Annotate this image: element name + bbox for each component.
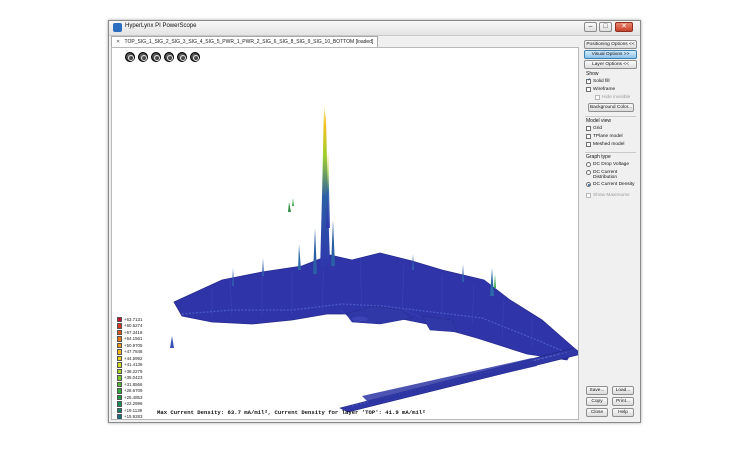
copy-button[interactable]: Copy [586, 397, 608, 406]
legend-swatch [117, 336, 122, 342]
help-button[interactable]: Help [612, 408, 634, 417]
dc-current-density-label: DC Current Density [593, 182, 635, 187]
layer-options-button[interactable]: Layer Options << [584, 60, 637, 69]
checkbox-icon[interactable] [586, 134, 591, 139]
legend-label: +19.1139 [124, 407, 143, 413]
legend-label: +57.3418 [124, 329, 143, 335]
tplane-model-label: TPlane model [593, 134, 623, 139]
background-color-button[interactable]: Background Color... [588, 103, 634, 112]
legend-label: +47.7848 [124, 349, 143, 355]
wireframe-checkbox[interactable]: Wireframe [586, 87, 615, 92]
load-button[interactable]: Load... [612, 386, 634, 395]
legend-swatch [117, 394, 122, 400]
legend-swatch [117, 329, 122, 335]
wireframe-label: Wireframe [593, 87, 616, 92]
separator [585, 116, 636, 117]
hide-invisible-label: Hide invisible [602, 95, 631, 100]
legend-swatch [117, 381, 122, 387]
checkbox-icon[interactable] [586, 87, 591, 92]
model-view-group-title: Model view [586, 118, 612, 124]
status-text: Max Current Density: 63.7 mA/mil², Curre… [157, 409, 426, 416]
legend-swatch [117, 407, 122, 413]
powerscope-window: HyperLynx PI PowerScope – □ ✕ ✕ TOP_SIG_… [108, 20, 641, 423]
minimize-button[interactable]: – [584, 22, 597, 32]
graph-type-group-title: Graph type [586, 154, 611, 160]
current-density-plot [170, 106, 578, 413]
legend-label: +31.8566 [124, 381, 143, 387]
legend-label: +25.4853 [124, 394, 143, 400]
legend-label: +60.5274 [124, 323, 143, 329]
close-window-button[interactable]: ✕ [615, 22, 633, 32]
radio-selected-icon[interactable] [586, 182, 591, 187]
legend-label: +28.6709 [124, 388, 143, 394]
legend-swatch [117, 342, 122, 348]
legend-label: +54.1561 [124, 336, 143, 342]
dc-drop-voltage-label: DC Drop Voltage [593, 162, 629, 167]
legend-label: +22.2996 [124, 401, 143, 407]
3d-viewport[interactable]: +63.7131 +60.5274 +57.3418 +54.1561 +50.9705… [111, 47, 579, 420]
positioning-options-button[interactable]: Positioning Options << [584, 40, 637, 49]
board-front-edge [339, 347, 578, 413]
legend-swatch [117, 368, 122, 374]
legend-label: +44.5992 [124, 355, 143, 361]
legend-swatch [117, 362, 122, 368]
meshed-model-label: Meshed model [593, 142, 625, 147]
window-title: HyperLynx PI PowerScope [125, 23, 197, 29]
dc-current-distribution-label: DC Current Distribution [593, 170, 617, 180]
legend-label: +15.9283 [124, 414, 143, 420]
tab-label: TOP_SIG_1_SIG_2_SIG_3_SIG_4_SIG_5_PWR_1_… [124, 39, 374, 45]
visual-options-button[interactable]: Visual Options >> [584, 50, 637, 59]
checkbox-checked-icon[interactable] [586, 77, 591, 84]
meshed-model-checkbox[interactable]: Meshed model [586, 142, 624, 147]
legend-swatch [117, 388, 122, 394]
checkbox-disabled-icon [586, 193, 591, 198]
legend-label: +50.9705 [124, 342, 143, 348]
dc-current-label-line2: Distribution [593, 175, 617, 180]
legend-swatch [117, 355, 122, 361]
dc-current-distribution-radio[interactable]: DC Current Distribution [586, 170, 617, 180]
title-bar[interactable]: HyperLynx PI PowerScope – □ ✕ [109, 21, 640, 36]
tab-close-icon[interactable]: ✕ [116, 39, 120, 45]
print-button[interactable]: Print... [612, 397, 634, 406]
legend-swatch [117, 375, 122, 381]
show-maximums-label: Show Maximums [593, 193, 630, 198]
grid-label: Grid [593, 126, 603, 131]
dc-drop-voltage-radio[interactable]: DC Drop Voltage [586, 162, 629, 167]
grid-checkbox[interactable]: Grid [586, 126, 602, 131]
app-icon [113, 23, 122, 32]
checkbox-icon[interactable] [586, 126, 591, 131]
radio-icon[interactable] [586, 170, 591, 175]
legend-swatch [117, 349, 122, 355]
legend-label: +41.4136 [124, 362, 143, 368]
radio-icon[interactable] [586, 162, 591, 167]
tab-layers-view[interactable]: ✕ TOP_SIG_1_SIG_2_SIG_3_SIG_4_SIG_5_PWR_… [111, 36, 379, 47]
maximize-button[interactable]: □ [599, 22, 612, 32]
legend-swatch [117, 414, 122, 419]
legend-label: +38.2279 [124, 368, 143, 374]
show-maximums-checkbox: Show Maximums [586, 193, 630, 198]
legend-label: +35.0423 [124, 375, 143, 381]
hide-invisible-checkbox: Hide invisible [595, 95, 630, 100]
tplane-model-checkbox[interactable]: TPlane model [586, 134, 623, 139]
legend-swatch [117, 401, 122, 407]
solid-fill-checkbox[interactable]: Solid fill [586, 77, 610, 84]
checkbox-disabled-icon [595, 95, 600, 100]
solid-fill-label: Solid fill [593, 79, 610, 84]
legend-row: +15.9283 [117, 414, 157, 420]
options-panel: Positioning Options << Visual Options >>… [582, 36, 639, 420]
separator [585, 152, 636, 153]
legend-swatch [117, 323, 122, 329]
checkbox-icon[interactable] [586, 142, 591, 147]
dc-current-density-radio[interactable]: DC Current Density [586, 182, 635, 187]
legend-swatch [117, 316, 122, 322]
color-legend: +63.7131 +60.5274 +57.3418 +54.1561 +50.9705… [117, 316, 157, 420]
close-button[interactable]: Close [586, 408, 608, 417]
save-button[interactable]: Save... [586, 386, 608, 395]
legend-label: +63.7131 [124, 316, 143, 322]
